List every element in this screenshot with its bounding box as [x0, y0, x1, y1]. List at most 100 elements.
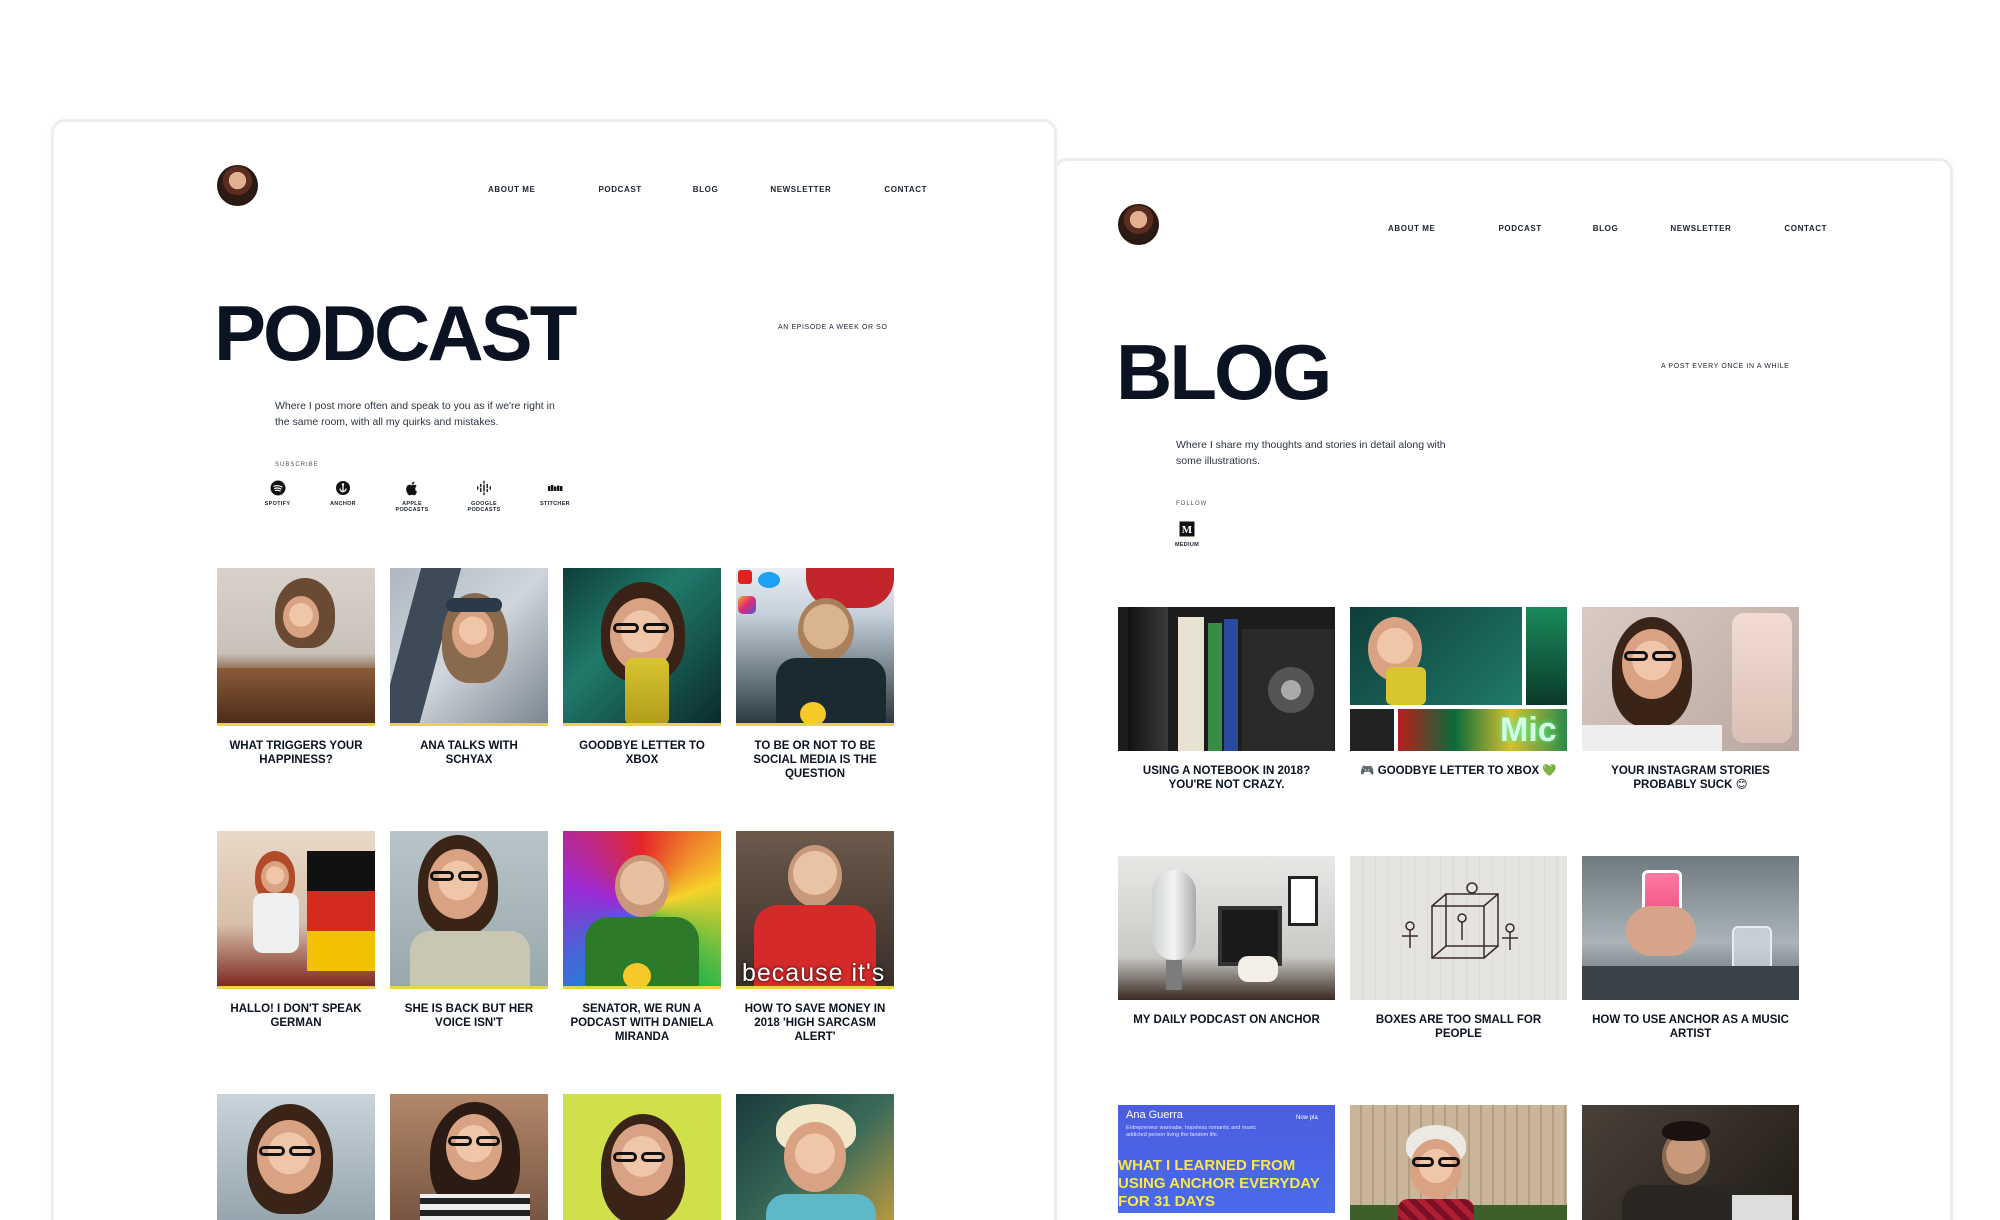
- post-card[interactable]: Mic 🎮 GOODBYE LETTER TO XBOX 💚: [1350, 607, 1567, 777]
- post-thumbnail: [1350, 856, 1567, 1000]
- post-thumbnail: [1582, 856, 1799, 1000]
- anchor-headline: WHAT I LEARNED FROM USING ANCHOR EVERYDA…: [1118, 1157, 1320, 1210]
- post-thumbnail: [1350, 1105, 1567, 1220]
- episode-thumbnail: [563, 831, 721, 989]
- nav-contact[interactable]: CONTACT: [1784, 224, 1827, 233]
- subscribe-spotify[interactable]: SPOTIFY: [245, 480, 310, 513]
- episode-title: SHE IS BACK BUT HER VOICE ISN'T: [404, 1003, 534, 1029]
- thumb-overlay-text: Mic: [1500, 711, 1557, 749]
- subscribe-anchor[interactable]: ANCHOR: [310, 480, 376, 513]
- anchor-profile-bio: Entrepreneur wannabe, hopeless romantic …: [1126, 1125, 1257, 1138]
- stitcher-icon: [548, 485, 563, 491]
- episode-card[interactable]: WHAT TRIGGERS YOUR HAPPINESS?: [217, 568, 375, 766]
- episode-thumbnail: because it's: [736, 831, 894, 989]
- episode-thumbnail: [390, 568, 548, 726]
- platform-label: MEDIUM: [1174, 542, 1200, 548]
- episode-card[interactable]: SHE IS BACK BUT HER VOICE ISN'T: [390, 831, 548, 1029]
- page-tagline: AN EPISODE A WEEK OR SO: [778, 324, 888, 331]
- nav-podcast[interactable]: PODCAST: [1498, 224, 1541, 233]
- episode-card[interactable]: HALLO! I DON'T SPEAK GERMAN: [217, 831, 375, 1029]
- post-title: YOUR INSTAGRAM STORIES PROBABLY SUCK 😊: [1611, 765, 1770, 791]
- post-thumbnail: [1118, 856, 1335, 1000]
- anchor-now-playing: Now pla: [1296, 1115, 1318, 1121]
- nav-blog[interactable]: BLOG: [1593, 224, 1619, 233]
- avatar[interactable]: [217, 165, 258, 206]
- platform-label: ANCHOR: [330, 501, 356, 507]
- page-intro: Where I share my thoughts and stories in…: [1176, 439, 1446, 467]
- anchor-profile-name: Ana Guerra: [1126, 1109, 1183, 1121]
- follow-label: FOLLOW: [1176, 501, 1208, 507]
- episode-thumbnail: [217, 831, 375, 989]
- nav-about-me[interactable]: ABOUT ME: [488, 185, 535, 194]
- platform-label: APPLE PODCASTS: [395, 501, 429, 513]
- follow-list: M MEDIUM: [1152, 521, 1222, 548]
- google-podcasts-icon: [477, 480, 491, 496]
- episode-card[interactable]: [390, 1094, 548, 1220]
- post-title: USING A NOTEBOOK IN 2018? YOU'RE NOT CRA…: [1142, 765, 1311, 791]
- episode-title: GOODBYE LETTER TO XBOX: [579, 740, 705, 766]
- episode-card[interactable]: SENATOR, WE RUN A PODCAST WITH DANIELA M…: [563, 831, 721, 1043]
- post-thumbnail: Ana Guerra Now pla Entrepreneur wannabe,…: [1118, 1105, 1335, 1220]
- post-card[interactable]: MY DAILY PODCAST ON ANCHOR: [1118, 856, 1335, 1026]
- follow-medium[interactable]: M MEDIUM: [1152, 521, 1222, 548]
- episode-title: ANA TALKS WITH SCHYAX: [420, 740, 518, 766]
- avatar[interactable]: [1118, 204, 1159, 245]
- episode-title: HOW TO SAVE MONEY IN 2018 'HIGH SARCASM …: [744, 1003, 886, 1043]
- post-card[interactable]: Ana Guerra Now pla Entrepreneur wannabe,…: [1118, 1105, 1335, 1220]
- post-thumbnail: Mic: [1350, 607, 1567, 751]
- blog-page-window: ABOUT ME PODCAST BLOG NEWSLETTER CONTACT…: [1053, 158, 1953, 1220]
- post-title: 🎮 GOODBYE LETTER TO XBOX 💚: [1360, 765, 1557, 777]
- page-title: PODCAST: [214, 289, 577, 377]
- episode-card[interactable]: TO BE OR NOT TO BE SOCIAL MEDIA IS THE Q…: [736, 568, 894, 780]
- post-card[interactable]: HOW TO USE ANCHOR AS A MUSIC ARTIST: [1582, 856, 1799, 1040]
- subscribe-apple-podcasts[interactable]: APPLE PODCASTS: [376, 480, 448, 513]
- platform-label: STITCHER: [540, 501, 570, 507]
- episode-thumbnail: [736, 568, 894, 726]
- episode-card[interactable]: [736, 1094, 894, 1220]
- nav-newsletter[interactable]: NEWSLETTER: [770, 185, 831, 194]
- post-thumbnail: [1582, 607, 1799, 751]
- post-title: HOW TO USE ANCHOR AS A MUSIC ARTIST: [1592, 1014, 1789, 1040]
- post-thumbnail: [1118, 607, 1335, 751]
- episode-title: TO BE OR NOT TO BE SOCIAL MEDIA IS THE Q…: [753, 740, 877, 780]
- episode-thumbnail: [563, 568, 721, 726]
- episode-thumbnail: [563, 1094, 721, 1220]
- platform-label: SPOTIFY: [264, 501, 291, 507]
- episode-card[interactable]: [563, 1094, 721, 1220]
- page-title: BLOG: [1116, 328, 1332, 416]
- apple-icon: [406, 481, 417, 496]
- subscribe-stitcher[interactable]: STITCHER: [520, 480, 590, 513]
- episode-thumbnail: [390, 831, 548, 989]
- episode-title: SENATOR, WE RUN A PODCAST WITH DANIELA M…: [570, 1003, 714, 1043]
- episode-thumbnail: [390, 1094, 548, 1220]
- nav-contact[interactable]: CONTACT: [884, 185, 927, 194]
- post-card[interactable]: [1350, 1105, 1567, 1220]
- post-card[interactable]: YOUR INSTAGRAM STORIES PROBABLY SUCK 😊: [1582, 607, 1799, 791]
- nav-newsletter[interactable]: NEWSLETTER: [1670, 224, 1731, 233]
- thumb-overlay-text: because it's: [742, 959, 886, 987]
- post-card[interactable]: USING A NOTEBOOK IN 2018? YOU'RE NOT CRA…: [1118, 607, 1335, 791]
- box-sketch-illustration: [1402, 882, 1518, 959]
- episode-card[interactable]: ANA TALKS WITH SCHYAX: [390, 568, 548, 766]
- post-grid: USING A NOTEBOOK IN 2018? YOU'RE NOT CRA…: [1118, 607, 1799, 1220]
- episode-thumbnail: [736, 1094, 894, 1220]
- nav-about-me[interactable]: ABOUT ME: [1388, 224, 1435, 233]
- episode-card[interactable]: GOODBYE LETTER TO XBOX: [563, 568, 721, 766]
- subscribe-google-podcasts[interactable]: GOOGLE PODCASTS: [448, 480, 520, 513]
- episode-card[interactable]: [217, 1094, 375, 1220]
- post-title: MY DAILY PODCAST ON ANCHOR: [1133, 1014, 1320, 1026]
- platform-label: GOOGLE PODCASTS: [467, 501, 501, 513]
- episode-title: HALLO! I DON'T SPEAK GERMAN: [230, 1003, 362, 1029]
- post-title: BOXES ARE TOO SMALL FOR PEOPLE: [1375, 1014, 1542, 1040]
- nav-podcast[interactable]: PODCAST: [598, 185, 641, 194]
- subscribe-list: SPOTIFY ANCHOR APPLE PODCASTS GOOGLE POD…: [245, 480, 590, 513]
- podcast-page-window: ABOUT ME PODCAST BLOG NEWSLETTER CONTACT…: [51, 119, 1057, 1220]
- episode-thumbnail: [217, 568, 375, 726]
- episode-thumbnail: [217, 1094, 375, 1220]
- medium-icon: M: [1179, 521, 1195, 537]
- post-card[interactable]: BOXES ARE TOO SMALL FOR PEOPLE: [1350, 856, 1567, 1040]
- nav-blog[interactable]: BLOG: [693, 185, 719, 194]
- episode-title: WHAT TRIGGERS YOUR HAPPINESS?: [229, 740, 363, 766]
- episode-card[interactable]: because it's HOW TO SAVE MONEY IN 2018 '…: [736, 831, 894, 1043]
- post-card[interactable]: [1582, 1105, 1799, 1220]
